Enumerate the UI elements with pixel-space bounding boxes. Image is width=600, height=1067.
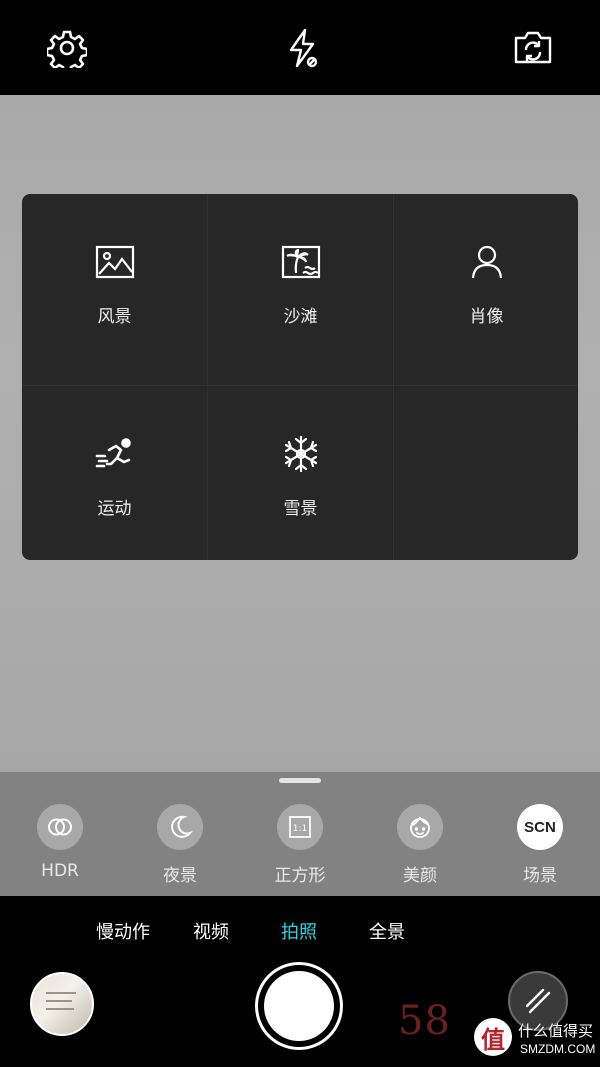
mode-label: 场景 xyxy=(523,866,557,886)
sport-icon xyxy=(95,434,135,474)
portrait-icon xyxy=(467,242,507,282)
snowflake-icon xyxy=(281,434,321,474)
camera-switch-icon[interactable] xyxy=(513,28,553,68)
hdr-icon xyxy=(37,804,83,850)
scene-label: 沙滩 xyxy=(283,307,318,327)
watermark-number: 58 xyxy=(398,998,451,1044)
tab-panorama[interactable]: 全景 xyxy=(369,918,405,944)
mode-hdr[interactable]: HDR xyxy=(10,804,110,881)
scene-mode-panel: 风景 沙滩 肖像 运动 雪景 xyxy=(22,194,578,560)
scene-label: 风景 xyxy=(97,307,132,327)
mode-scene[interactable]: SCN 场景 xyxy=(490,804,590,886)
tab-slow-motion[interactable]: 慢动作 xyxy=(96,918,150,944)
tab-photo[interactable]: 拍照 xyxy=(281,918,317,944)
mode-beauty[interactable]: 美颜 xyxy=(370,804,470,886)
mode-square[interactable]: 1:1 正方形 xyxy=(250,804,350,886)
mode-label: 美颜 xyxy=(403,866,437,886)
flash-off-icon[interactable] xyxy=(282,28,322,68)
scene-sport[interactable]: 运动 xyxy=(22,386,207,560)
mode-label: 正方形 xyxy=(274,866,326,886)
mode-night[interactable]: 夜景 xyxy=(130,804,230,886)
scn-icon: SCN xyxy=(517,804,563,850)
tab-video[interactable]: 视频 xyxy=(193,918,229,944)
landscape-icon xyxy=(95,242,135,282)
scene-snow[interactable]: 雪景 xyxy=(208,386,393,560)
scene-label: 运动 xyxy=(97,499,132,519)
scene-portrait[interactable]: 肖像 xyxy=(394,194,578,377)
scn-icon-text: SCN xyxy=(524,818,556,836)
shutter-inner xyxy=(264,971,334,1041)
mode-strip: HDR 夜景 1:1 正方形 美颜 SCN 场景 xyxy=(0,772,600,896)
square-ratio-text: 1:1 xyxy=(293,824,307,834)
drag-handle[interactable] xyxy=(279,778,321,783)
watermark-badge: 值 xyxy=(474,1018,512,1056)
scene-label: 肖像 xyxy=(469,307,504,327)
square-1-1-icon: 1:1 xyxy=(277,804,323,850)
watermark-site-cn: 什么值得买 xyxy=(518,1022,594,1040)
gear-icon[interactable] xyxy=(47,28,87,68)
bottom-controls: 慢动作 视频 拍照 全景 58 值 什么值得买 SMZDM.COM xyxy=(0,896,600,1067)
mode-label: HDR xyxy=(41,861,79,881)
scene-beach[interactable]: 沙滩 xyxy=(208,194,393,377)
beauty-face-icon xyxy=(397,804,443,850)
scene-empty-slot xyxy=(394,386,578,560)
top-toolbar xyxy=(0,0,600,95)
mode-label: 夜景 xyxy=(163,866,197,886)
scene-label: 雪景 xyxy=(283,499,318,519)
moon-icon xyxy=(157,804,203,850)
scene-landscape[interactable]: 风景 xyxy=(22,194,207,377)
beach-icon xyxy=(281,242,321,282)
last-photo-thumbnail[interactable] xyxy=(30,972,94,1036)
watermark-site-en: SMZDM.COM xyxy=(520,1042,596,1056)
shutter-button[interactable] xyxy=(255,962,343,1050)
